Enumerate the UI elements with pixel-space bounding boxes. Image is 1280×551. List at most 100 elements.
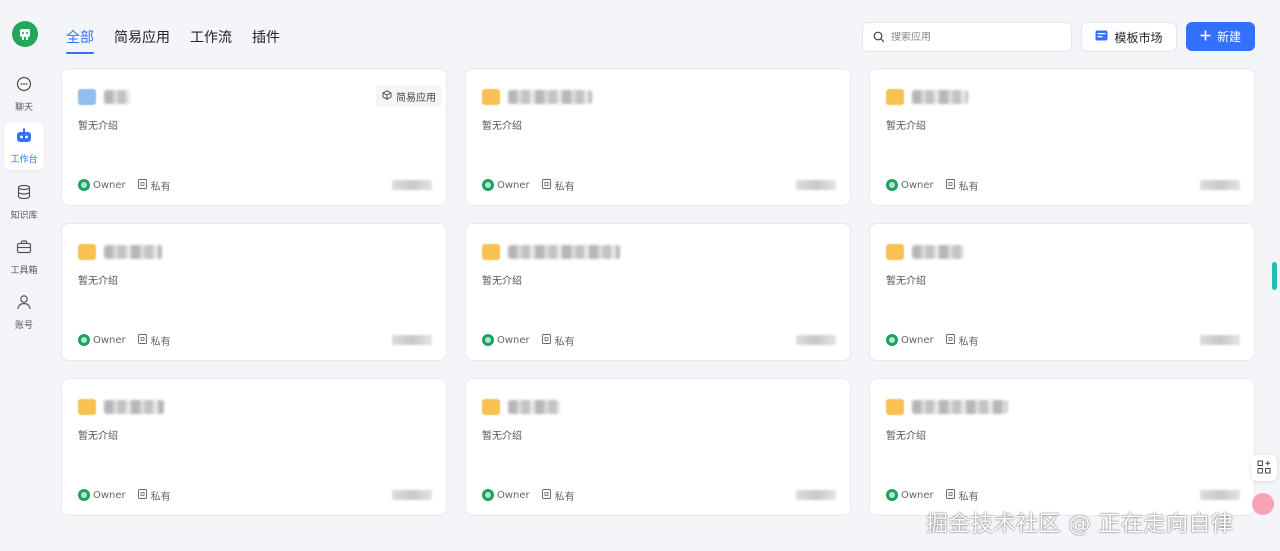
sidebar-item-label: 工具箱	[10, 265, 38, 276]
owner-avatar-icon	[886, 179, 898, 191]
app-name-redacted	[104, 90, 130, 104]
toolbox-icon	[16, 239, 32, 259]
visibility-badge: 私有	[137, 178, 171, 193]
sidebar-item-chat[interactable]: 聊天	[4, 70, 44, 118]
owner-avatar-icon	[482, 334, 494, 346]
tab-all[interactable]: 全部	[66, 27, 94, 54]
lock-icon	[137, 178, 147, 192]
sidebar-item-label: 工作台	[10, 154, 38, 165]
sidebar-item-workbench[interactable]: 工作台	[4, 122, 44, 170]
app-name-redacted	[508, 245, 620, 259]
app-description: 暂无介绍	[482, 276, 522, 287]
app-logo[interactable]	[12, 21, 38, 47]
updated-time-redacted	[392, 180, 432, 190]
visibility-badge: 私有	[137, 488, 171, 503]
visibility-badge: 私有	[945, 178, 979, 193]
updated-time-redacted	[392, 335, 432, 345]
owner-badge: Owner	[886, 489, 934, 501]
template-market-button[interactable]: 模板市场	[1081, 22, 1177, 52]
sidebar-item-toolbox[interactable]: 工具箱	[4, 233, 44, 281]
updated-time-redacted	[796, 490, 836, 500]
app-description: 暂无介绍	[482, 121, 522, 132]
folder-icon	[482, 244, 500, 260]
owner-avatar-icon	[886, 334, 898, 346]
apps-grid-icon	[1257, 459, 1271, 478]
app-card[interactable]: 简易应用 暂无介绍 Owner 私有	[61, 68, 447, 206]
lock-icon	[945, 178, 955, 192]
lock-icon	[945, 488, 955, 502]
owner-badge: Owner	[78, 334, 126, 346]
sidebar-item-label: 聊天	[14, 102, 33, 113]
app-name-redacted	[104, 400, 164, 414]
owner-badge: Owner	[482, 334, 530, 346]
owner-badge: Owner	[78, 489, 126, 501]
lock-icon	[945, 333, 955, 347]
app-card[interactable]: 暂无介绍 Owner 私有	[869, 378, 1255, 516]
app-description: 暂无介绍	[78, 431, 118, 442]
app-description: 暂无介绍	[78, 276, 118, 287]
visibility-badge: 私有	[945, 488, 979, 503]
app-card[interactable]: 暂无介绍 Owner 私有	[869, 223, 1255, 361]
watermark: 掘金技术社区 @ 正在走向自律	[926, 512, 1234, 537]
app-card[interactable]: 暂无介绍 Owner 私有	[869, 68, 1255, 206]
search-box	[862, 22, 1072, 52]
owner-avatar-icon	[78, 489, 90, 501]
app-card[interactable]: 暂无介绍 Owner 私有	[465, 223, 851, 361]
owner-badge: Owner	[78, 179, 126, 191]
owner-avatar-icon	[78, 179, 90, 191]
owner-avatar-icon	[482, 489, 494, 501]
sidebar-item-label: 知识库	[10, 210, 38, 221]
visibility-badge: 私有	[541, 333, 575, 348]
owner-avatar-icon	[482, 179, 494, 191]
lock-icon	[137, 488, 147, 502]
visibility-badge: 私有	[137, 333, 171, 348]
database-icon	[16, 184, 32, 204]
app-name-redacted	[104, 245, 162, 259]
app-grid: 简易应用 暂无介绍 Owner 私有 暂无介绍 Owner 私有 暂无介绍 Ow…	[61, 68, 1255, 516]
sidebar: 聊天 工作台 知识库 工具箱 账号	[0, 0, 50, 551]
sidebar-item-knowledge[interactable]: 知识库	[4, 178, 44, 226]
sidebar-item-label: 账号	[14, 320, 33, 331]
lock-icon	[541, 333, 551, 347]
tab-bar: 全部 简易应用 工作流 插件	[66, 27, 280, 54]
tab-plugin[interactable]: 插件	[252, 27, 280, 53]
app-description: 暂无介绍	[886, 276, 926, 287]
owner-avatar-icon	[78, 334, 90, 346]
app-card[interactable]: 暂无介绍 Owner 私有	[61, 378, 447, 516]
tab-workflow[interactable]: 工作流	[190, 27, 232, 53]
search-icon	[873, 28, 885, 47]
app-card[interactable]: 暂无介绍 Owner 私有	[61, 223, 447, 361]
updated-time-redacted	[1200, 335, 1240, 345]
folder-icon	[482, 89, 500, 105]
app-description: 暂无介绍	[886, 431, 926, 442]
apps-grid-button[interactable]	[1251, 455, 1277, 481]
updated-time-redacted	[1200, 490, 1240, 500]
updated-time-redacted	[796, 335, 836, 345]
tab-simple-app[interactable]: 简易应用	[114, 27, 170, 53]
template-icon	[1095, 30, 1108, 44]
app-type-tag: 简易应用	[376, 85, 442, 107]
owner-badge: Owner	[886, 334, 934, 346]
app-card[interactable]: 暂无介绍 Owner 私有	[465, 378, 851, 516]
robot-icon	[15, 128, 33, 148]
folder-icon	[482, 399, 500, 415]
app-description: 暂无介绍	[482, 431, 522, 442]
owner-badge: Owner	[482, 489, 530, 501]
app-name-redacted	[912, 245, 964, 259]
user-icon	[16, 294, 32, 314]
assistant-avatar-icon[interactable]	[1252, 493, 1274, 515]
search-input[interactable]	[891, 31, 1061, 43]
updated-time-redacted	[1200, 180, 1240, 190]
app-name-redacted	[508, 90, 592, 104]
folder-icon	[886, 399, 904, 415]
sidebar-item-account[interactable]: 账号	[4, 288, 44, 336]
chat-icon	[16, 76, 32, 96]
owner-avatar-icon	[886, 489, 898, 501]
updated-time-redacted	[796, 180, 836, 190]
app-card[interactable]: 暂无介绍 Owner 私有	[465, 68, 851, 206]
new-app-button[interactable]: 新建	[1186, 22, 1255, 51]
new-button-label: 新建	[1216, 30, 1241, 44]
cube-icon	[382, 89, 392, 103]
scroll-indicator[interactable]	[1272, 262, 1277, 290]
owner-badge: Owner	[482, 179, 530, 191]
